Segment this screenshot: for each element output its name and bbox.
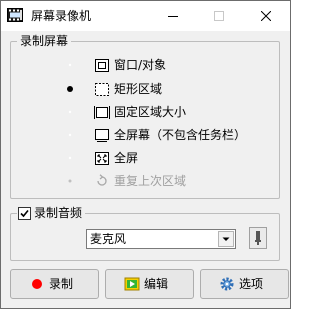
option-fixed-region[interactable]: 固定区域大小 [11,103,271,123]
audio-settings-button[interactable] [249,227,267,249]
audio-device-value: 麦克风 [90,232,127,246]
option-label: 矩形区域 [114,82,163,96]
monitor-icon [95,129,109,142]
window-object-icon [95,59,109,72]
option-fullscreen[interactable]: 全屏 [11,149,271,169]
edit-icon [124,277,140,291]
edit-label: 编辑 [144,277,169,291]
option-fullscreen-no-taskbar[interactable]: 全屏幕（不包含任务栏） [11,126,271,146]
minimize-button[interactable] [154,1,192,30]
audio-device-select[interactable]: 麦克风 [86,229,236,249]
radio-disabled[interactable] [66,177,74,185]
maximize-icon [214,10,224,21]
dropdown-arrow[interactable] [218,231,234,247]
chevron-down-icon [222,237,230,241]
audio-record-label: 录制音频 [34,206,83,220]
rect-region-icon [95,83,109,96]
option-label: 全屏 [114,151,139,165]
film-icon [7,8,23,22]
maximize-button[interactable] [200,1,238,30]
option-label: 重复上次区域 [114,174,187,188]
radio-selected[interactable] [66,85,74,93]
radio-unselected[interactable] [66,154,74,162]
audio-record-checkbox[interactable] [18,207,31,220]
microphone-settings-icon [255,231,261,245]
checkmark-icon [20,209,29,218]
record-label: 录制 [49,277,74,291]
close-button[interactable] [247,1,285,30]
screen-record-group: 录制屏幕 窗口/对象 矩形区域 固定区域大小 全屏幕（不包含任务栏） 全屏 重复… [10,33,280,199]
close-icon [261,10,271,21]
record-button[interactable]: 录制 [10,269,99,299]
option-label: 窗口/对象 [114,58,167,72]
gear-icon [220,277,234,291]
screen-record-group-label: 录制屏幕 [17,33,72,49]
option-repeat-last-region[interactable]: 重复上次区域 [11,172,271,192]
options-label: 选项 [239,277,264,291]
edit-button[interactable]: 编辑 [105,269,194,299]
option-label: 全屏幕（不包含任务栏） [114,128,247,142]
app-window: 屏幕录像机 录制屏幕 窗口/对象 矩形区域 固定区域大小 全屏幕（不包含任务栏）… [0,0,291,309]
title-bar[interactable]: 屏幕录像机 [1,1,290,31]
option-rect-region[interactable]: 矩形区域 [11,80,271,100]
option-label: 固定区域大小 [114,105,187,119]
record-icon [32,279,42,289]
radio-unselected[interactable] [66,61,74,69]
window-title: 屏幕录像机 [31,9,92,23]
repeat-icon [97,174,107,186]
fixed-region-icon [94,106,110,119]
options-button[interactable]: 选项 [200,269,289,299]
audio-record-header: 录制音频 [17,205,86,221]
minimize-icon [168,15,178,17]
radio-unselected[interactable] [66,131,74,139]
option-window-object[interactable]: 窗口/对象 [11,56,271,76]
radio-unselected[interactable] [66,108,74,116]
fullscreen-icon [95,152,109,165]
